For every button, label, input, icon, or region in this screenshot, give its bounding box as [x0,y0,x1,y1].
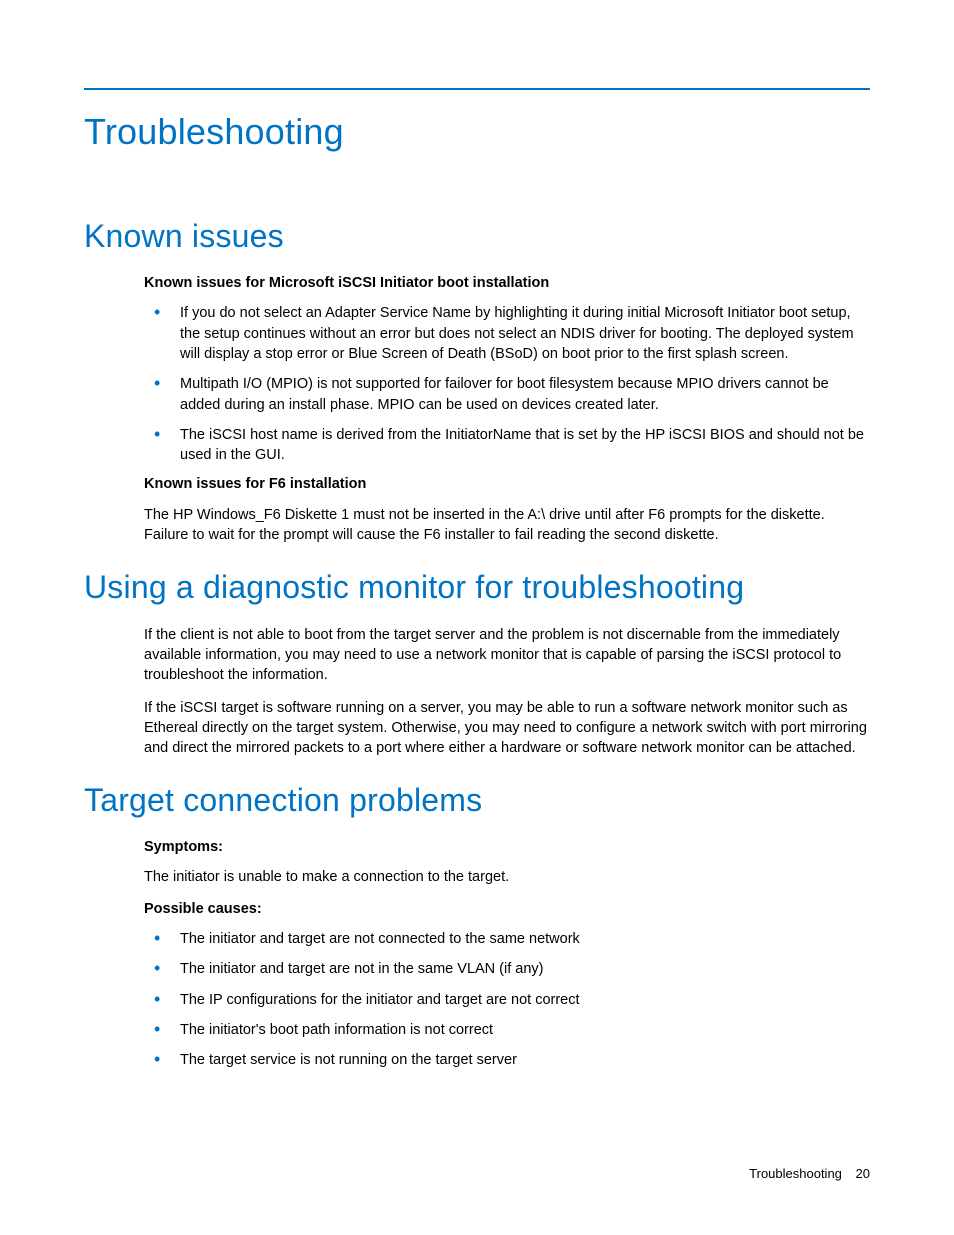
paragraph-f6: The HP Windows_F6 Diskette 1 must not be… [144,505,870,546]
list-item: The iSCSI host name is derived from the … [144,425,870,466]
list-item: Multipath I/O (MPIO) is not supported fo… [144,374,870,415]
subheading-f6: Known issues for F6 installation [144,475,870,495]
document-page: Troubleshooting Known issues Known issue… [0,0,954,1071]
list-item: If you do not select an Adapter Service … [144,303,870,364]
paragraph: If the iSCSI target is software running … [144,698,870,759]
top-rule [84,88,870,90]
causes-label: Possible causes: [144,900,870,920]
footer-label: Troubleshooting [749,1166,842,1181]
page-title: Troubleshooting [84,108,870,157]
target-connection-content: Symptoms: The initiator is unable to mak… [84,838,870,1071]
subheading-iscsi: Known issues for Microsoft iSCSI Initiat… [144,274,870,294]
causes-bullets: The initiator and target are not connect… [144,929,870,1070]
section-heading-known-issues: Known issues [84,215,870,258]
page-footer: Troubleshooting 20 [749,1165,870,1183]
symptoms-text: The initiator is unable to make a connec… [144,867,870,887]
known-issues-content: Known issues for Microsoft iSCSI Initiat… [84,274,870,546]
diagnostic-content: If the client is not able to boot from t… [84,625,870,759]
section-heading-diagnostic: Using a diagnostic monitor for troublesh… [84,566,870,609]
list-item: The initiator and target are not connect… [144,929,870,949]
list-item: The IP configurations for the initiator … [144,990,870,1010]
list-item: The initiator and target are not in the … [144,959,870,979]
symptoms-label: Symptoms: [144,838,870,858]
list-item: The target service is not running on the… [144,1050,870,1070]
list-item: The initiator's boot path information is… [144,1020,870,1040]
paragraph: If the client is not able to boot from t… [144,625,870,686]
page-number: 20 [856,1166,870,1181]
section-heading-target-connection: Target connection problems [84,779,870,822]
known-issues-bullets-iscsi: If you do not select an Adapter Service … [144,303,870,465]
